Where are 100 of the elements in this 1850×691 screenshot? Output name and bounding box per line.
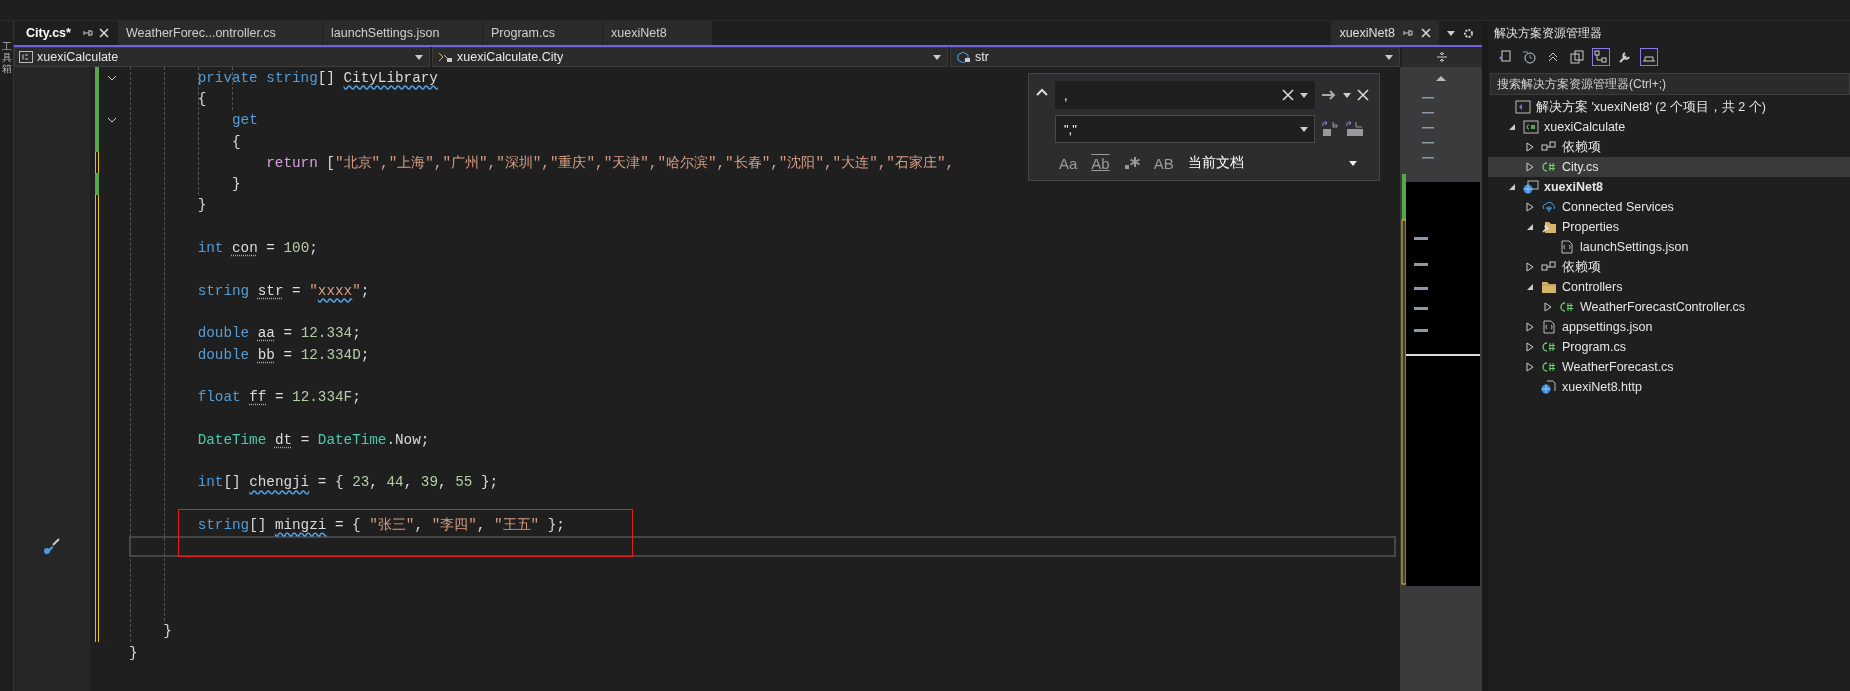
replace-all-icon[interactable]: [1345, 120, 1365, 138]
search-option[interactable]: AB: [1153, 154, 1174, 172]
caret-icon: [933, 54, 941, 60]
code-token: int: [197, 474, 224, 491]
toolbox-label[interactable]: 工具箱: [1, 41, 12, 691]
replace-next-icon[interactable]: [1321, 120, 1339, 138]
code-token: ;: [360, 282, 370, 299]
settings-icon[interactable]: [1463, 27, 1474, 39]
split-icon[interactable]: [1436, 51, 1448, 63]
file-tab[interactable]: launchSettings.json: [323, 21, 483, 45]
code-token: 55: [455, 474, 473, 491]
code-token: chengji: [249, 474, 310, 491]
close-icon[interactable]: [99, 28, 109, 38]
code-token: };: [547, 516, 565, 533]
code-token: double: [197, 325, 250, 342]
code-token: =: [300, 431, 311, 448]
code-token: 100: [283, 240, 310, 256]
code-token: 12.334D: [300, 346, 361, 363]
globe-file-icon: [1541, 380, 1557, 394]
expanded-arrow-icon: [1508, 183, 1516, 191]
pin-icon[interactable]: [83, 28, 93, 38]
file-tab[interactable]: xuexiNet8: [603, 21, 713, 45]
replace-field[interactable]: ",": [1055, 115, 1315, 143]
collapse-chevron-icon[interactable]: [1036, 88, 1048, 96]
csharp-file-icon: [1541, 360, 1557, 374]
search-input[interactable]: 搜索解决方案资源管理器(Ctrl+;): [1495, 76, 1849, 92]
collapse-chevron-icon[interactable]: [107, 74, 117, 81]
file-tab[interactable]: Program.cs: [483, 21, 603, 45]
tree-item[interactable]: appsettings.json: [1488, 317, 1850, 337]
code-token: []: [223, 474, 242, 491]
member-dropdown[interactable]: str: [950, 47, 1400, 67]
csharp-project-icon: [1523, 120, 1539, 134]
tree-item[interactable]: launchSettings.json: [1488, 237, 1850, 257]
code-token: str: [257, 282, 284, 299]
search-option[interactable]: Aa: [1059, 154, 1078, 172]
code-token: =: [292, 282, 302, 299]
tree-item[interactable]: Properties: [1488, 217, 1850, 237]
file-tab[interactable]: WeatherForec...ontroller.cs: [118, 21, 323, 45]
search-field[interactable]: 搜索解决方案资源管理器(Ctrl+;): [1490, 73, 1850, 95]
project-dropdown[interactable]: xuexiCalculate: [14, 47, 430, 67]
code-token: }: [129, 644, 138, 661]
tree-item[interactable]: xuexiNet8.http: [1488, 377, 1850, 397]
search-option[interactable]: Ab: [1091, 154, 1110, 172]
preview-icon[interactable]: [1640, 48, 1658, 66]
tree-item[interactable]: xuexiCalculate: [1488, 117, 1850, 137]
arrow-right-icon[interactable]: [1321, 89, 1337, 101]
code-token: double: [197, 346, 250, 363]
cloud-plug-icon: [1541, 200, 1557, 214]
class-icon: [437, 51, 453, 63]
tree-item[interactable]: Controllers: [1488, 277, 1850, 297]
code-token: aa: [257, 325, 275, 342]
sync-icon[interactable]: [1592, 48, 1610, 66]
code-token: = {: [334, 516, 362, 533]
json-file-icon: [1541, 320, 1557, 334]
code-token: mingzi: [274, 516, 327, 533]
collapsed-arrow-icon: [1526, 202, 1534, 212]
tree-item[interactable]: 解决方案 'xuexiNet8' (2 个项目，共 2 个): [1488, 97, 1850, 117]
tree-item[interactable]: Connected Services: [1488, 197, 1850, 217]
close-icon[interactable]: [1357, 89, 1369, 101]
code-token: get: [231, 112, 258, 129]
code-token: ": [309, 282, 318, 299]
code-token: 12.334: [300, 325, 353, 342]
sync-icon: [1594, 50, 1608, 64]
tree-item[interactable]: Program.cs: [1488, 337, 1850, 357]
tree-item[interactable]: City.cs: [1488, 157, 1850, 177]
code-token: xxxx: [317, 282, 353, 299]
search-field[interactable]: ,: [1055, 81, 1315, 109]
code-token: ;: [360, 346, 370, 363]
expanded-arrow-icon: [1526, 283, 1534, 291]
type-dropdown[interactable]: xuexiCalculate.City: [432, 47, 948, 67]
code-token: ff: [249, 389, 267, 406]
switch-view-icon: [1498, 50, 1512, 64]
caret-icon: [1447, 30, 1455, 36]
copy-icon[interactable]: [1568, 48, 1586, 66]
search-input[interactable]: ,: [1062, 86, 1276, 104]
screwdriver-icon[interactable]: [42, 536, 62, 557]
code-token: DateTime: [317, 431, 387, 448]
tool-window-tab[interactable]: xuexiNet8: [1331, 21, 1439, 45]
expanded-arrow-icon: [1526, 223, 1534, 231]
tree-item[interactable]: xuexiNet8: [1488, 177, 1850, 197]
tree-item[interactable]: WeatherForecastController.cs: [1488, 297, 1850, 317]
close-icon[interactable]: [1282, 89, 1294, 101]
tree-item[interactable]: WeatherForecast.cs: [1488, 357, 1850, 377]
code-token: ,: [414, 516, 425, 533]
close-icon[interactable]: [1421, 28, 1431, 38]
scope-dropdown[interactable]: 当前文档: [1187, 154, 1335, 172]
regex-icon[interactable]: [1123, 156, 1140, 170]
tree-item[interactable]: 依赖项: [1488, 137, 1850, 157]
tree-item[interactable]: 依赖项: [1488, 257, 1850, 277]
collapse-chevron-icon[interactable]: [107, 117, 117, 124]
wrench-icon: [1618, 50, 1632, 64]
replace-input[interactable]: ",": [1062, 120, 1294, 138]
globe-icon: [1523, 180, 1539, 194]
history-icon[interactable]: [1520, 48, 1538, 66]
code-token: ": [352, 282, 361, 299]
pin-icon[interactable]: [1403, 28, 1413, 38]
code-token: = {: [317, 474, 345, 491]
code-token: CityLibrary: [343, 69, 438, 86]
code-token: =: [266, 240, 276, 256]
code-token: string: [197, 516, 250, 533]
